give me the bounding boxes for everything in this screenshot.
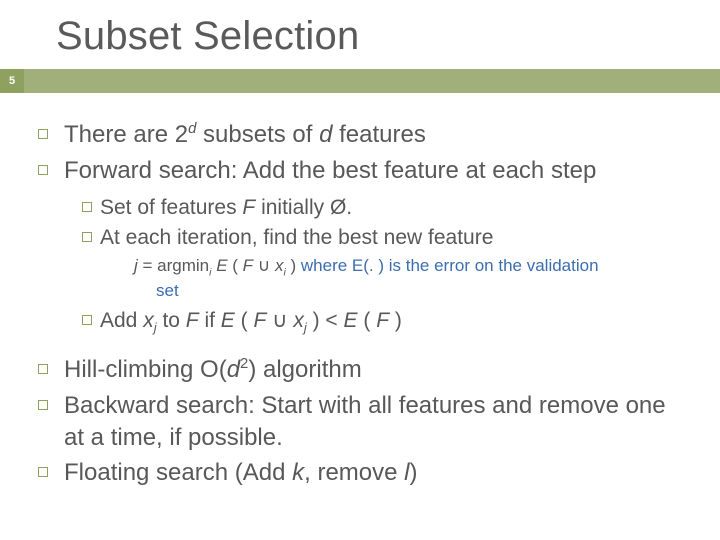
page-number: 5 bbox=[0, 69, 24, 93]
t: initially Ø. bbox=[255, 196, 352, 219]
formula-line-2: set bbox=[82, 281, 688, 301]
var-F: F bbox=[253, 309, 266, 332]
bullet-2-text: Forward search: Add the best feature at … bbox=[64, 155, 596, 187]
sub-3: Add xj to F if E ( F ∪ xj ) < E ( F ) bbox=[82, 307, 688, 334]
checkbox-icon bbox=[82, 315, 92, 325]
sub-2: At each iteration, find the best new fea… bbox=[82, 224, 688, 251]
sub-list: Set of features F initially Ø. At each i… bbox=[66, 194, 688, 334]
bullet-2: Forward search: Add the best feature at … bbox=[66, 155, 688, 187]
var-F: F bbox=[376, 309, 389, 332]
it-k: k bbox=[292, 459, 304, 486]
var-F: F bbox=[243, 256, 253, 275]
bullet-icon bbox=[38, 129, 48, 139]
checkbox-icon bbox=[82, 232, 92, 242]
var-E: E bbox=[216, 256, 227, 275]
t: There are 2 bbox=[64, 121, 188, 148]
slide: Subset Selection 5 There are 2 d subsets … bbox=[0, 0, 720, 540]
t: ) bbox=[410, 459, 418, 486]
t: , remove bbox=[304, 459, 404, 486]
bullet-1: There are 2d subsets of d features bbox=[66, 119, 688, 151]
sub-1: Set of features F initially Ø. bbox=[82, 194, 688, 221]
bullet-4: Backward search: Start with all features… bbox=[66, 390, 688, 453]
var-E: E bbox=[344, 309, 358, 332]
bullet-icon bbox=[38, 165, 48, 175]
t: ( bbox=[235, 309, 254, 332]
t: ( bbox=[358, 309, 377, 332]
t: to bbox=[157, 309, 186, 332]
bullet-5: Floating search (Add k, remove l) bbox=[66, 457, 688, 489]
sub-1-text: Set of features F initially Ø. bbox=[100, 194, 352, 221]
bullet-icon bbox=[38, 400, 48, 410]
t: subsets of bbox=[196, 121, 319, 148]
checkbox-icon bbox=[82, 202, 92, 212]
it-F: F bbox=[242, 196, 255, 219]
it-d: d bbox=[319, 121, 332, 148]
t: = argmin bbox=[138, 256, 209, 275]
bullet-icon bbox=[38, 364, 48, 374]
content-area: There are 2 d subsets of d features Forwa… bbox=[0, 93, 720, 489]
bullet-5-text: Floating search (Add k, remove l) bbox=[64, 457, 418, 489]
t: Add bbox=[100, 309, 143, 332]
t: Set of features bbox=[100, 196, 242, 219]
cup-symbol: ∪ bbox=[266, 309, 293, 332]
t: Hill-climbing O( bbox=[64, 356, 227, 383]
bullet-icon bbox=[38, 467, 48, 477]
sub-2-text: At each iteration, find the best new fea… bbox=[100, 224, 493, 251]
t: ) < bbox=[307, 309, 344, 332]
t: features bbox=[332, 121, 425, 148]
cup-symbol: ∪ bbox=[253, 256, 275, 275]
t: ) bbox=[389, 309, 402, 332]
var-x: x bbox=[143, 309, 154, 332]
formula-line: j = argmini E ( F ∪ xi ) where E(. ) is … bbox=[82, 255, 688, 277]
bullet-1-text: There are 2d subsets of d features bbox=[64, 119, 426, 151]
slide-title: Subset Selection bbox=[0, 0, 720, 69]
var-x: x bbox=[293, 309, 304, 332]
bullet-3: Hill-climbing O(d2) algorithm bbox=[66, 354, 688, 386]
t: Floating search (Add bbox=[64, 459, 292, 486]
var-F: F bbox=[186, 309, 199, 332]
blue-text: where E(. ) is the error on the validati… bbox=[296, 256, 598, 275]
it-d: d bbox=[227, 356, 240, 383]
t: ) bbox=[286, 256, 296, 275]
var-E: E bbox=[221, 309, 235, 332]
bullet-3-text: Hill-climbing O(d2) algorithm bbox=[64, 354, 362, 386]
sub-3-text: Add xj to F if E ( F ∪ xj ) < E ( F ) bbox=[100, 307, 402, 334]
t: if bbox=[199, 309, 221, 332]
bullet-4-text: Backward search: Start with all features… bbox=[64, 390, 688, 453]
t: ) algorithm bbox=[248, 356, 361, 383]
t: ( bbox=[228, 256, 243, 275]
accent-bar: 5 bbox=[0, 69, 720, 93]
